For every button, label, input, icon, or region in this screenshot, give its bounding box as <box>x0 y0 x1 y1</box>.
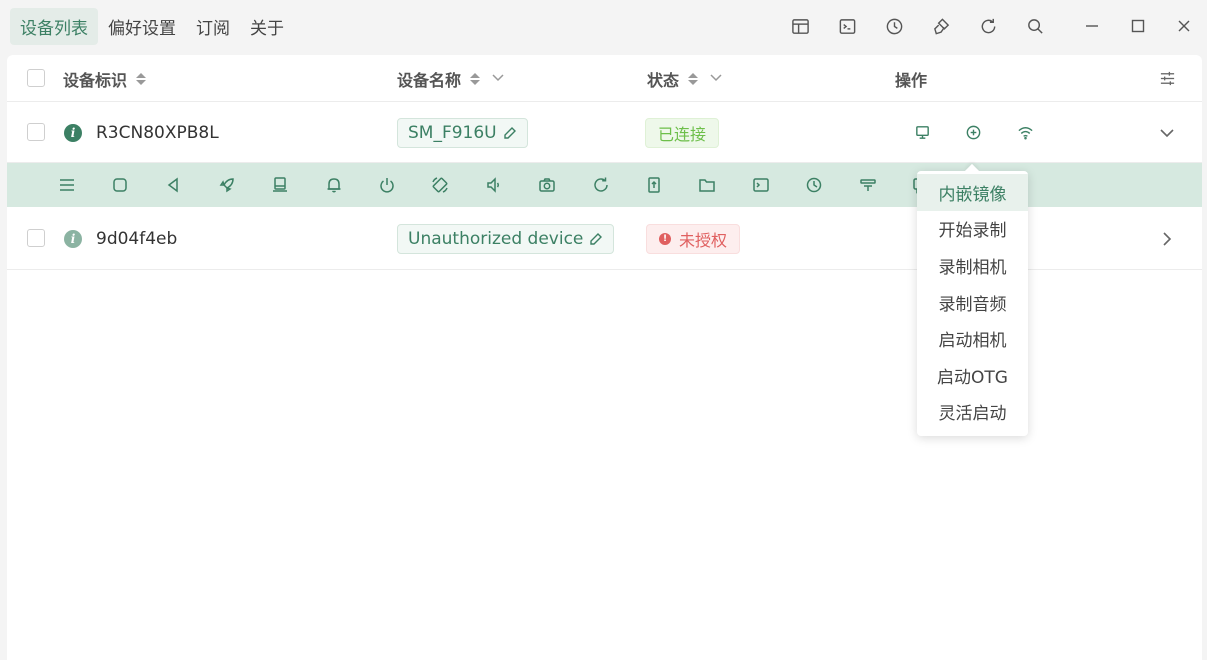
main-nav: 设备列表 偏好设置 订阅 关于 <box>10 7 294 45</box>
refresh-icon[interactable] <box>965 0 1012 52</box>
chevron-right-icon[interactable] <box>1159 207 1175 270</box>
column-settings-icon[interactable] <box>1159 55 1176 102</box>
search-icon[interactable] <box>1012 0 1059 52</box>
column-actions-label: 操作 <box>895 70 928 90</box>
column-serial-label: 设备标识 <box>63 70 128 90</box>
column-status[interactable]: 状态 <box>647 55 723 102</box>
status-cell: ! 未授权 <box>646 207 741 270</box>
nav-preferences[interactable]: 偏好设置 <box>98 8 186 45</box>
back-icon[interactable] <box>147 163 200 207</box>
menu-icon[interactable] <box>40 163 93 207</box>
close-icon[interactable] <box>1161 0 1207 52</box>
filter-icon[interactable] <box>841 163 894 207</box>
device-name: Unauthorized device <box>408 228 584 249</box>
serial-cell: i R3CN80XPB8L <box>64 102 219 163</box>
menu-item-record-camera[interactable]: 录制相机 <box>917 247 1028 284</box>
clean-icon[interactable] <box>918 0 965 52</box>
info-icon[interactable]: i <box>64 123 82 142</box>
mirror-icon[interactable] <box>907 118 937 148</box>
warning-icon: ! <box>659 232 671 245</box>
device-serial: 9d04f4eb <box>96 228 178 249</box>
row-checkbox[interactable] <box>27 229 45 247</box>
menu-item-start-camera[interactable]: 启动相机 <box>917 320 1028 357</box>
chevron-down-icon[interactable] <box>1159 102 1175 163</box>
column-name-label: 设备名称 <box>397 70 462 90</box>
actions-cell <box>907 102 1040 163</box>
device-icon[interactable] <box>254 163 307 207</box>
status-badge: 已连接 <box>645 117 720 148</box>
sort-icon[interactable] <box>687 72 699 86</box>
sort-icon[interactable] <box>469 72 481 86</box>
more-actions-icon[interactable] <box>958 118 988 148</box>
menu-item-start-otg[interactable]: 启动OTG <box>917 357 1028 394</box>
table-header: 设备标识 设备名称 状态 操作 <box>7 55 1202 102</box>
menu-item-start-recording[interactable]: 开始录制 <box>917 211 1028 248</box>
device-name-tag[interactable]: Unauthorized device <box>397 223 615 254</box>
volume-icon[interactable] <box>467 163 520 207</box>
upload-icon[interactable] <box>627 163 680 207</box>
edit-icon <box>590 232 603 245</box>
name-cell: Unauthorized device <box>397 207 615 270</box>
edit-icon <box>503 126 516 139</box>
folder-icon[interactable] <box>681 163 734 207</box>
top-bar: 设备列表 偏好设置 订阅 关于 <box>0 0 1207 52</box>
column-serial[interactable]: 设备标识 <box>63 55 147 102</box>
camera-icon[interactable] <box>521 163 574 207</box>
terminal-icon[interactable] <box>824 0 871 52</box>
bell-icon[interactable] <box>307 163 360 207</box>
status-badge: ! 未授权 <box>646 223 741 254</box>
serial-cell: i 9d04f4eb <box>64 207 177 270</box>
row-checkbox[interactable] <box>27 123 45 141</box>
device-name-tag[interactable]: SM_F916U <box>397 117 528 148</box>
nav-subscription[interactable]: 订阅 <box>186 8 240 45</box>
top-toolbar <box>777 0 1207 52</box>
column-status-label: 状态 <box>647 70 680 90</box>
rocket-icon[interactable] <box>200 163 253 207</box>
name-cell: SM_F916U <box>397 102 528 163</box>
history-icon[interactable] <box>871 0 918 52</box>
menu-item-flexible-start[interactable]: 灵活启动 <box>917 394 1028 431</box>
clock-icon[interactable] <box>787 163 840 207</box>
select-all-checkbox[interactable] <box>27 69 45 87</box>
menu-item-record-audio[interactable]: 录制音频 <box>917 284 1028 321</box>
maximize-icon[interactable] <box>1115 0 1161 52</box>
reboot-icon[interactable] <box>574 163 627 207</box>
more-actions-dropdown: 内嵌镜像 开始录制 录制相机 录制音频 启动相机 启动OTG 灵活启动 <box>917 171 1028 436</box>
minimize-icon[interactable] <box>1069 0 1115 52</box>
layout-icon[interactable] <box>777 0 824 52</box>
sort-icon[interactable] <box>135 72 147 86</box>
nav-device-list[interactable]: 设备列表 <box>10 7 98 45</box>
home-icon[interactable] <box>93 163 146 207</box>
nav-about[interactable]: 关于 <box>240 8 294 45</box>
status-text: 未授权 <box>679 230 728 250</box>
column-actions: 操作 <box>895 55 927 102</box>
chevron-down-icon[interactable] <box>491 69 505 88</box>
info-icon[interactable]: i <box>64 229 82 248</box>
chevron-down-icon[interactable] <box>709 69 723 88</box>
device-name: SM_F916U <box>408 122 497 143</box>
table-row: i R3CN80XPB8L SM_F916U 已连接 <box>7 102 1202 163</box>
status-cell: 已连接 <box>645 102 720 163</box>
column-name[interactable]: 设备名称 <box>397 55 505 102</box>
shell-icon[interactable] <box>734 163 787 207</box>
power-icon[interactable] <box>360 163 413 207</box>
rotate-icon[interactable] <box>414 163 467 207</box>
menu-item-embedded-mirror[interactable]: 内嵌镜像 <box>917 174 1028 211</box>
device-serial: R3CN80XPB8L <box>96 122 219 143</box>
wifi-icon[interactable] <box>1010 118 1040 148</box>
